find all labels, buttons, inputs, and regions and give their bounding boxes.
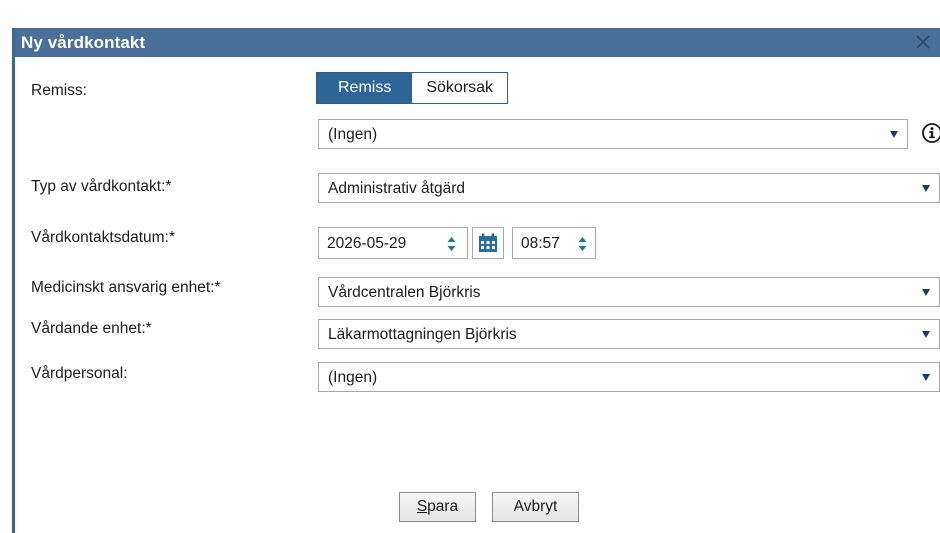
typ-select-value: Administrativ åtgärd: [328, 180, 465, 197]
page: Ny vårdkontakt Remiss: Remiss Sökorsak (…: [0, 0, 940, 533]
toggle-sokorsak[interactable]: Sökorsak: [412, 73, 508, 103]
toggle-remiss[interactable]: Remiss: [317, 73, 413, 103]
time-input[interactable]: 08:57: [512, 227, 596, 259]
medicinskt-select-value: Vårdcentralen Björkris: [328, 284, 481, 301]
spinner-icon[interactable]: [447, 236, 456, 252]
remiss-select-value: (Ingen): [328, 126, 378, 143]
close-icon[interactable]: [912, 30, 934, 54]
dialog-title: Ny vårdkontakt: [21, 33, 146, 52]
save-mnemonic: S: [416, 498, 428, 515]
medicinskt-select[interactable]: Vårdcentralen Björkris: [318, 277, 940, 307]
remiss-toggle: Remiss Sökorsak: [316, 72, 509, 104]
remiss-label: Remiss:: [31, 82, 87, 99]
save-button[interactable]: Spara: [399, 492, 476, 522]
new-care-contact-dialog: Ny vårdkontakt Remiss: Remiss Sökorsak (…: [12, 28, 940, 533]
calendar-icon: [478, 233, 498, 258]
typ-select[interactable]: Administrativ åtgärd: [318, 173, 940, 203]
personal-select[interactable]: (Ingen): [318, 362, 940, 392]
date-value: 2026-05-29: [327, 235, 407, 252]
time-value: 08:57: [521, 235, 560, 252]
dialog-titlebar[interactable]: Ny vårdkontakt: [15, 28, 940, 57]
date-input[interactable]: 2026-05-29: [318, 227, 468, 259]
vardande-select-value: Läkarmottagningen Björkris: [328, 326, 517, 343]
vardande-label: Vårdande enhet:*: [31, 320, 152, 337]
calendar-button[interactable]: [472, 227, 504, 259]
datum-label: Vårdkontaktsdatum:*: [31, 229, 175, 246]
chevron-down-icon: [890, 131, 898, 138]
chevron-down-icon: [922, 374, 930, 381]
chevron-down-icon: [922, 289, 930, 296]
vardande-select[interactable]: Läkarmottagningen Björkris: [318, 319, 940, 349]
cancel-button[interactable]: Avbryt: [492, 492, 579, 522]
personal-select-value: (Ingen): [328, 369, 378, 386]
typ-label: Typ av vårdkontakt:*: [31, 178, 172, 195]
medicinskt-label: Medicinskt ansvarig enhet:*: [31, 279, 221, 296]
info-icon[interactable]: [921, 122, 940, 144]
chevron-down-icon: [922, 185, 930, 192]
chevron-down-icon: [922, 331, 930, 338]
save-label: para: [427, 498, 459, 515]
remiss-select[interactable]: (Ingen): [318, 119, 908, 149]
personal-label: Vårdpersonal:: [31, 365, 128, 382]
spinner-icon[interactable]: [578, 236, 587, 252]
